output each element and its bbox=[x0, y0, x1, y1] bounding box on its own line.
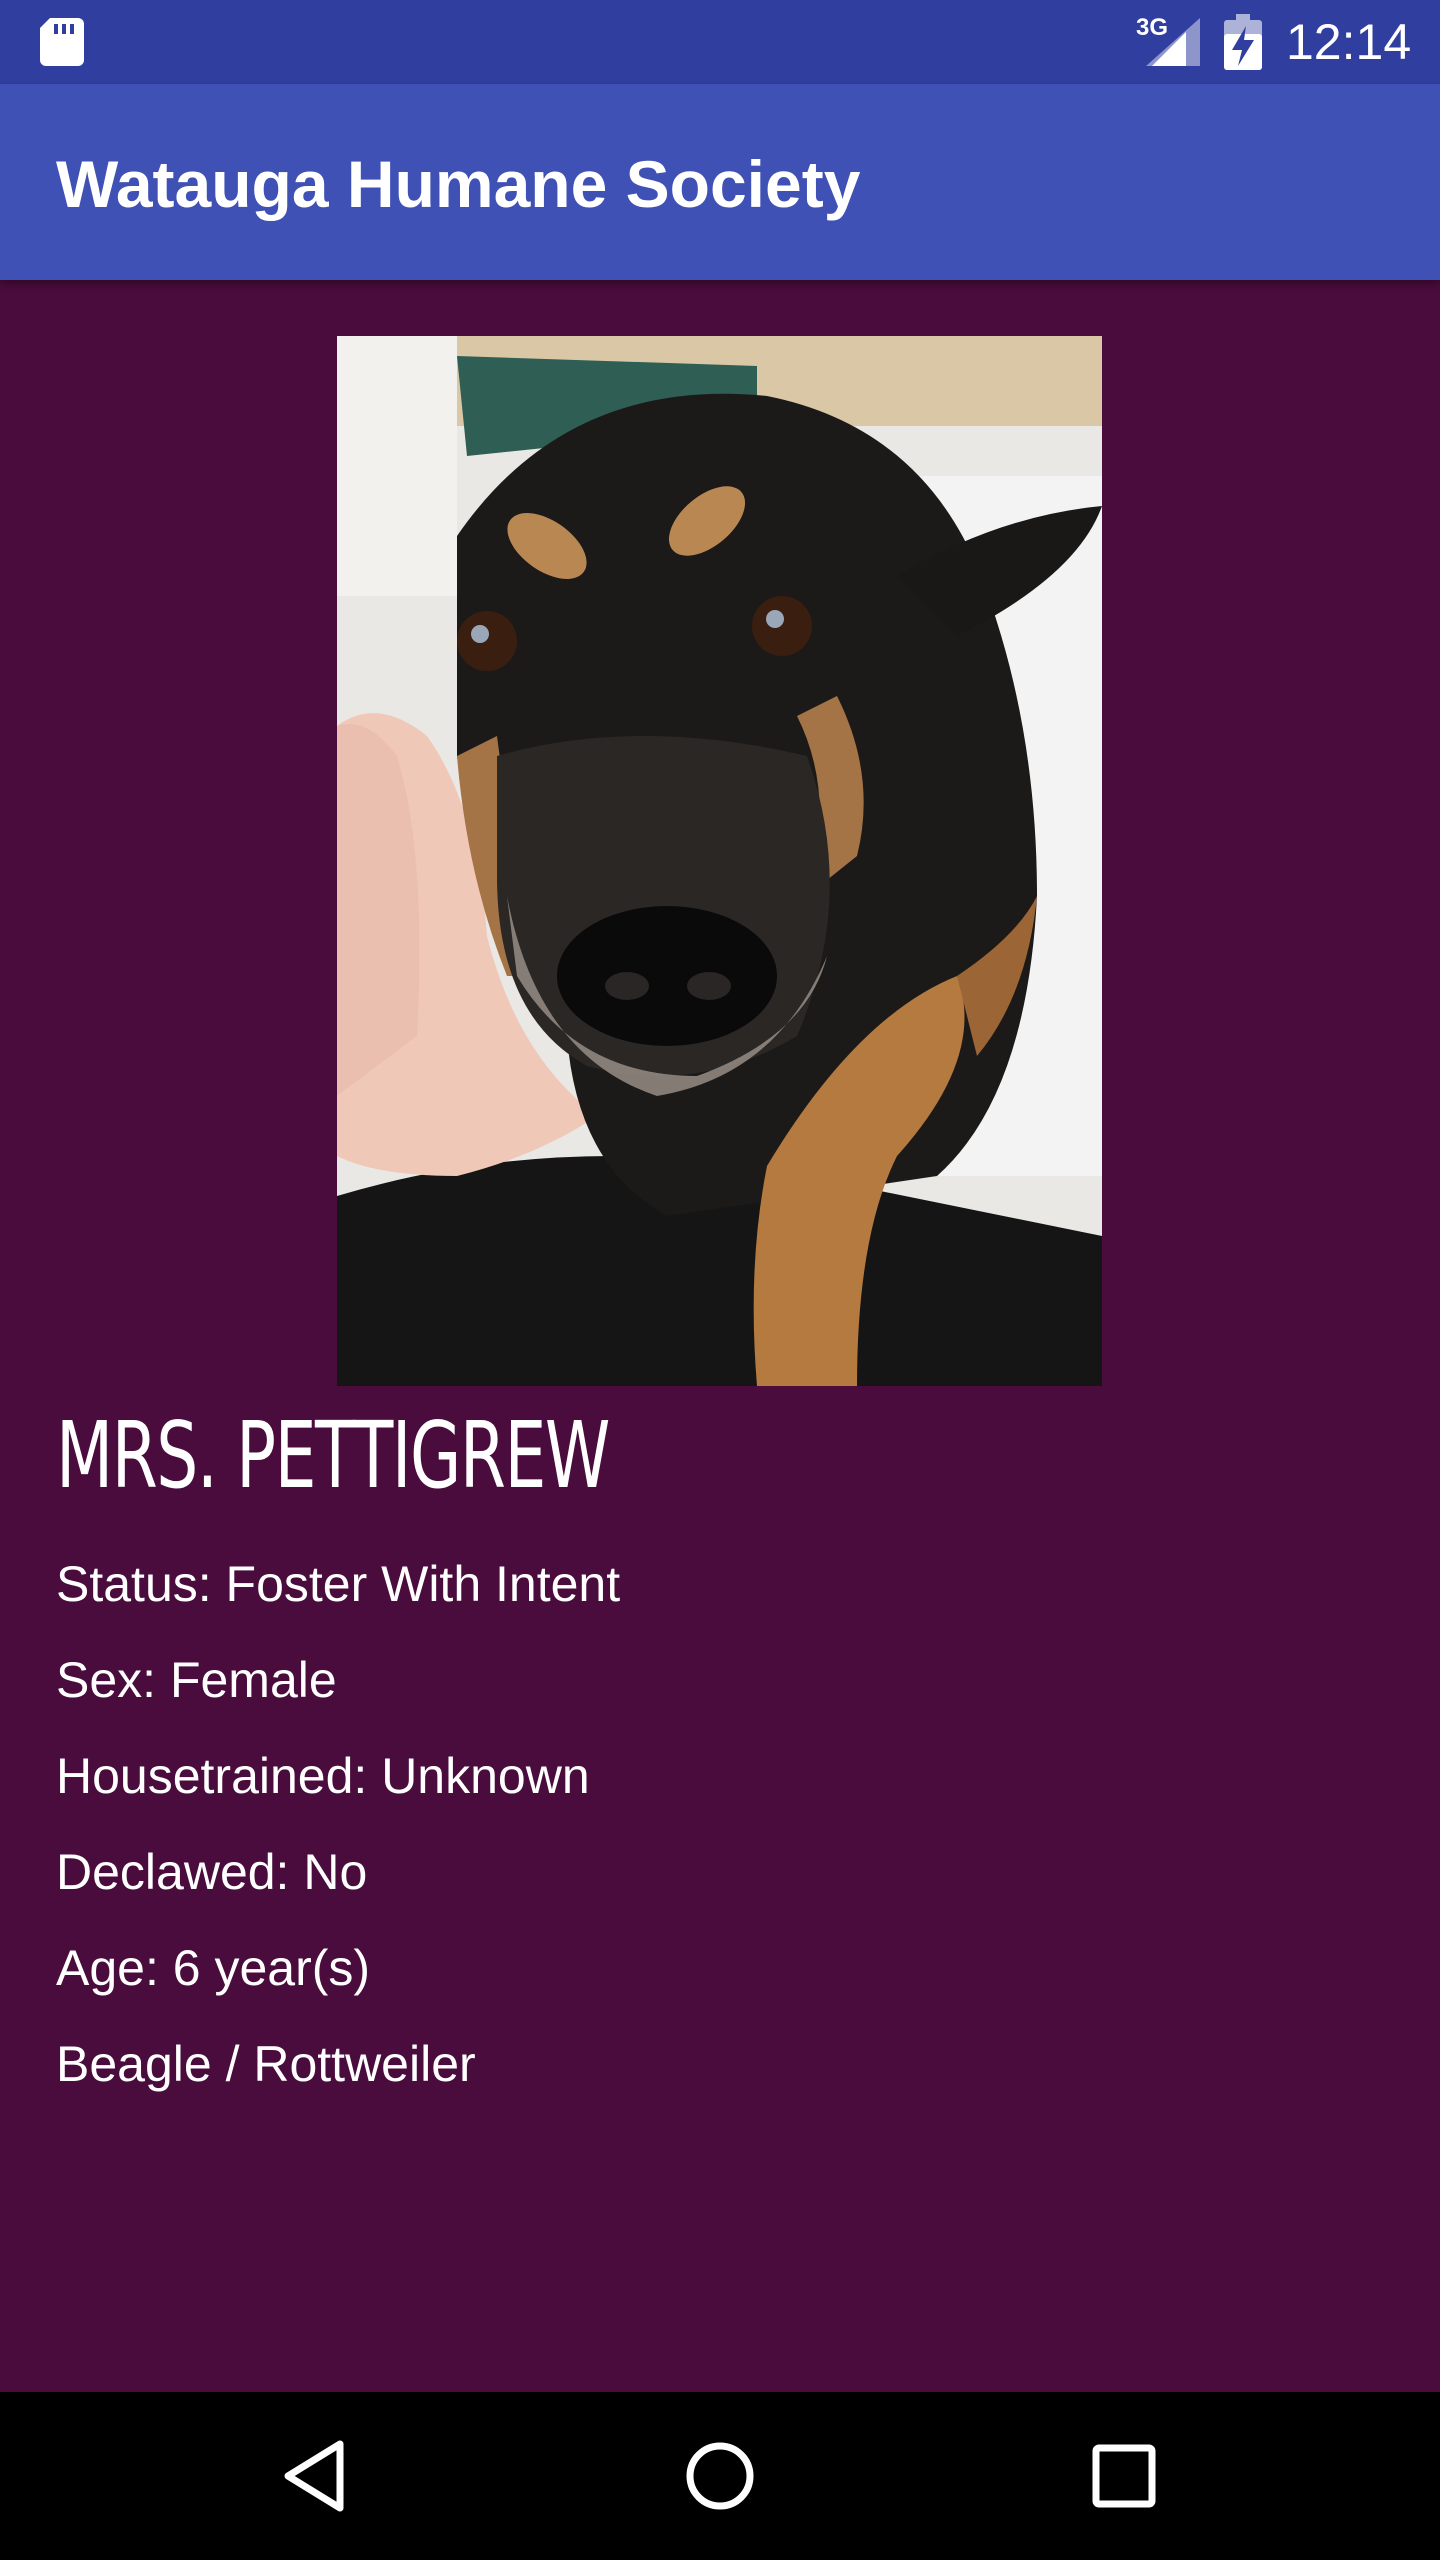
app-title: Watauga Humane Society bbox=[56, 147, 861, 221]
recents-icon[interactable] bbox=[1078, 2430, 1170, 2522]
sd-card-icon bbox=[40, 18, 84, 66]
navigation-bar bbox=[0, 2392, 1440, 2560]
declawed-detail: Declawed: No bbox=[56, 1844, 368, 1900]
breed-detail: Beagle / Rottweiler bbox=[56, 2036, 476, 2092]
clock: 12:14 bbox=[1286, 14, 1412, 70]
status-bar: 3G 12:14 bbox=[0, 0, 1440, 84]
dog-photo-image bbox=[337, 336, 1102, 1386]
battery-charging-icon bbox=[1224, 14, 1262, 70]
pet-detail-content: MRS. PETTIGREW Status: Foster With Inten… bbox=[0, 280, 1440, 2392]
signal-icon bbox=[1146, 18, 1200, 66]
pet-photo bbox=[337, 336, 1102, 1386]
back-icon[interactable] bbox=[270, 2430, 362, 2522]
home-icon[interactable] bbox=[674, 2430, 766, 2522]
app-bar: Watauga Humane Society bbox=[0, 84, 1440, 280]
sex-detail: Sex: Female bbox=[56, 1652, 337, 1708]
housetrained-detail: Housetrained: Unknown bbox=[56, 1748, 590, 1804]
status-detail: Status: Foster With Intent bbox=[56, 1556, 621, 1612]
pet-name: MRS. PETTIGREW bbox=[56, 1402, 610, 1509]
age-detail: Age: 6 year(s) bbox=[56, 1940, 371, 1996]
